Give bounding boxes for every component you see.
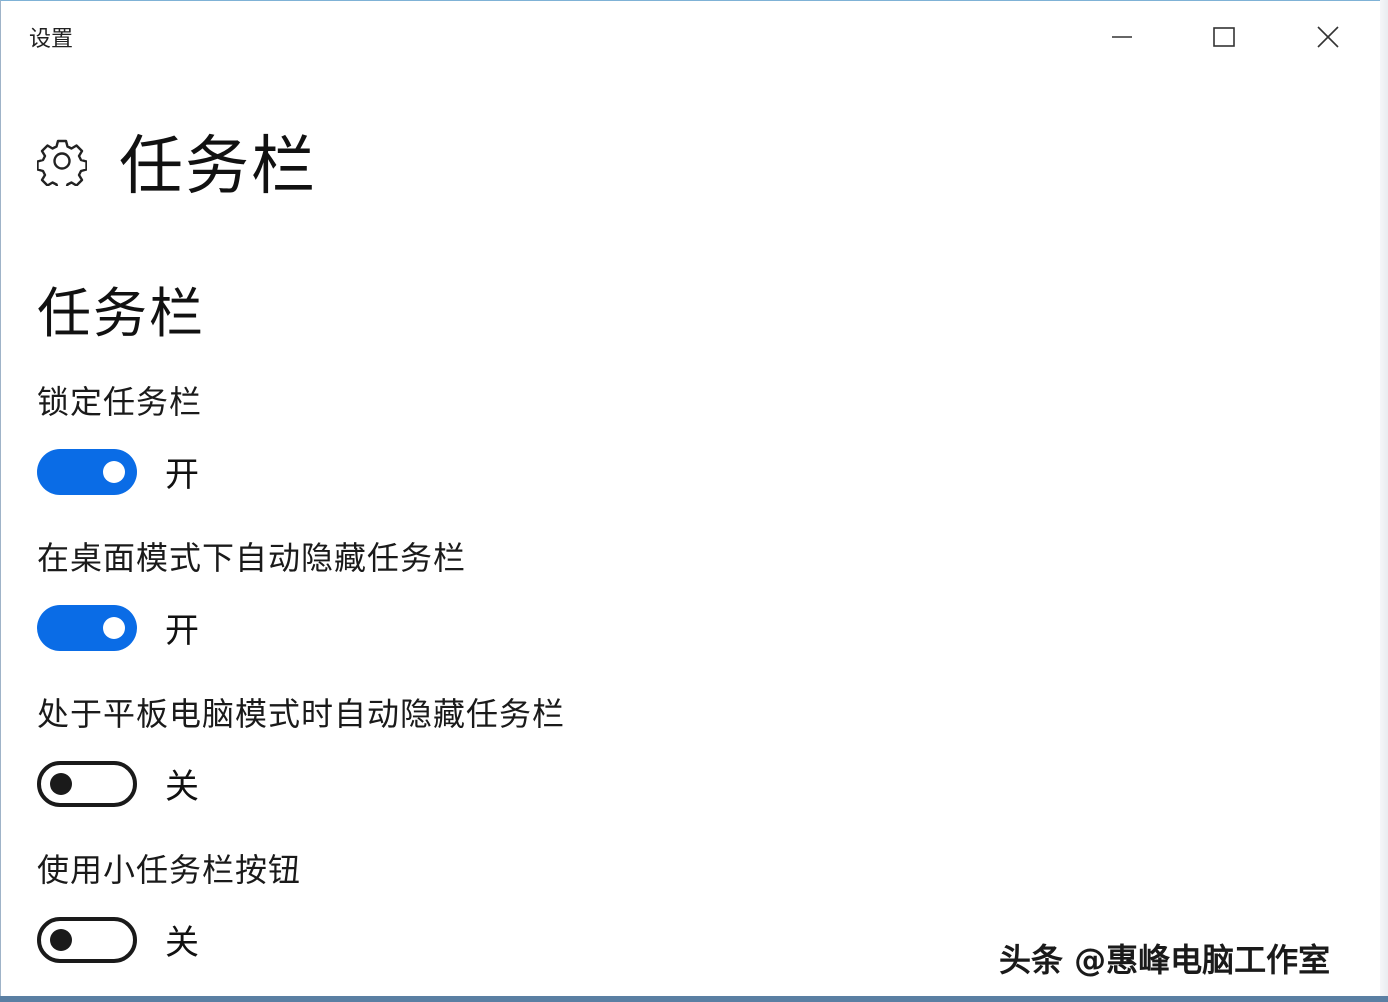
toggle-state-label: 开: [165, 611, 199, 651]
setting-autohide-tablet: 处于平板电脑模式时自动隐藏任务栏 关: [37, 689, 737, 808]
toggle-state-label: 关: [165, 923, 199, 963]
setting-label: 处于平板电脑模式时自动隐藏任务栏: [37, 695, 566, 733]
settings-window: 设置 任务栏 任务栏 锁定任务栏 开 在桌面模式下自动隐藏任务栏 开 处于平板电…: [0, 0, 1386, 1000]
setting-label: 使用小任务栏按钮: [37, 851, 302, 889]
page-title: 任务栏: [119, 130, 317, 204]
watermark: 头条 @惠峰电脑工作室: [999, 941, 1331, 979]
autohide-desktop-toggle[interactable]: [37, 604, 137, 651]
setting-label: 在桌面模式下自动隐藏任务栏: [37, 539, 467, 577]
window-title: 设置: [29, 27, 74, 52]
section-title: 任务栏: [37, 282, 205, 345]
gear-icon: [37, 139, 87, 186]
taskbar-edge: [0, 996, 1388, 1002]
page-header: 任务栏: [37, 121, 317, 204]
small-buttons-toggle[interactable]: [37, 916, 137, 963]
close-icon: [1317, 26, 1339, 48]
autohide-tablet-toggle[interactable]: [37, 760, 137, 807]
lock-taskbar-toggle[interactable]: [37, 448, 137, 495]
toggle-state-label: 开: [165, 455, 199, 495]
title-bar[interactable]: 设置: [1, 1, 1381, 73]
setting-autohide-desktop: 在桌面模式下自动隐藏任务栏 开: [37, 533, 737, 652]
minimize-button[interactable]: [1096, 11, 1148, 63]
window-edge: [1380, 0, 1388, 1002]
setting-small-buttons: 使用小任务栏按钮 关: [37, 845, 737, 964]
maximize-icon: [1213, 27, 1235, 47]
setting-lock-taskbar: 锁定任务栏 开: [37, 377, 737, 496]
setting-label: 锁定任务栏: [37, 383, 203, 421]
minimize-icon: [1112, 36, 1132, 38]
toggle-state-label: 关: [165, 767, 199, 807]
close-button[interactable]: [1302, 11, 1354, 63]
maximize-button[interactable]: [1198, 11, 1250, 63]
